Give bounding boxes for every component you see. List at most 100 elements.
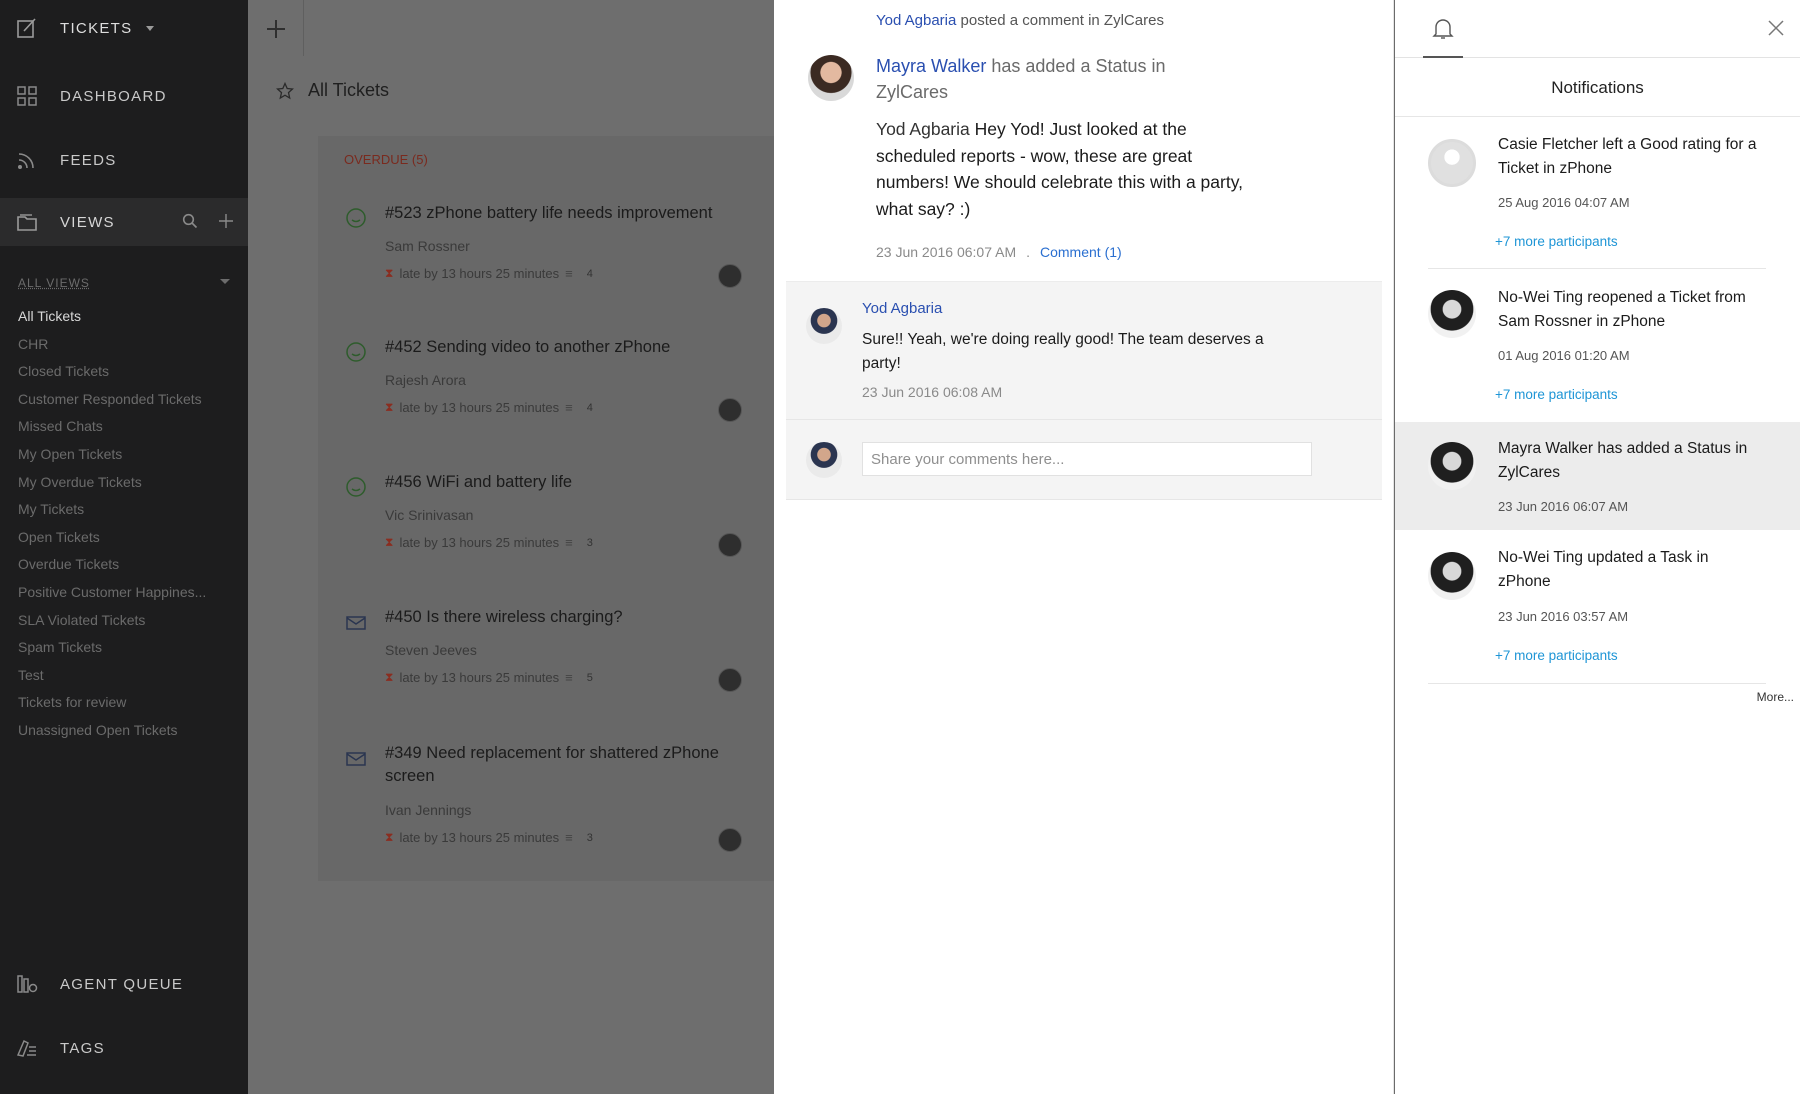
ticket-meta: ⧗ late by 13 hours 25 minutes ≡ 3 [385, 830, 593, 845]
nav-tags[interactable]: TAGS [0, 1022, 248, 1074]
view-item[interactable]: My Tickets [18, 501, 238, 529]
avatar [1428, 139, 1476, 187]
thread-icon: ≡ [565, 400, 573, 415]
notifications-title: Notifications [1551, 78, 1644, 97]
happiness-icon [346, 342, 366, 362]
ticket-contact: Ivan Jennings [385, 802, 472, 818]
view-item[interactable]: Unassigned Open Tickets [18, 722, 238, 750]
ticket-title[interactable]: #452 Sending video to another zPhone [385, 336, 765, 359]
view-item[interactable]: My Overdue Tickets [18, 474, 238, 502]
dashboard-icon [17, 86, 37, 106]
thread-count: 5 [586, 671, 593, 684]
ticket-contact: Steven Jeeves [385, 642, 477, 658]
avatar [1428, 290, 1476, 338]
ticket-meta: ⧗ late by 13 hours 25 minutes ≡ 4 [385, 400, 593, 415]
ticket-title[interactable]: #456 WiFi and battery life [385, 471, 765, 494]
tickets-icon [17, 18, 36, 38]
thread-count: 4 [586, 267, 593, 280]
chevron-down-icon[interactable] [146, 26, 154, 31]
post-mention[interactable]: Yod Agbaria [876, 119, 970, 139]
ticket-contact: Sam Rossner [385, 238, 470, 254]
close-icon[interactable] [1766, 18, 1786, 38]
ticket-list-area: All Tickets OVERDUE (5) #523 zPhone batt… [248, 0, 774, 1094]
add-view-icon[interactable] [218, 213, 234, 229]
notification-item[interactable]: No-Wei Ting reopened a Ticket from Sam R… [1395, 270, 1800, 422]
view-item[interactable]: Missed Chats [18, 418, 238, 446]
view-item[interactable]: Positive Customer Happines... [18, 584, 238, 612]
view-item[interactable]: My Open Tickets [18, 446, 238, 474]
module-switcher[interactable]: TICKETS [0, 2, 248, 54]
ticket-meta: ⧗ late by 13 hours 25 minutes ≡ 3 [385, 535, 593, 550]
view-header: All Tickets [276, 80, 389, 101]
avatar [806, 442, 842, 478]
thread-icon: ≡ [565, 670, 573, 685]
view-item[interactable]: Open Tickets [18, 529, 238, 557]
divider [1428, 683, 1766, 684]
ticket-late: late by 13 hours 25 minutes [399, 535, 560, 550]
notification-item[interactable]: Mayra Walker has added a Status in ZylCa… [1395, 422, 1800, 530]
ticket-late: late by 13 hours 25 minutes [399, 830, 560, 845]
comment-composer [786, 420, 1382, 500]
tab-notifications[interactable] [1423, 0, 1463, 58]
avatar [718, 533, 742, 557]
view-item[interactable]: SLA Violated Tickets [18, 612, 238, 640]
notification-item[interactable]: Casie Fletcher left a Good rating for a … [1395, 117, 1800, 269]
hourglass-icon: ⧗ [385, 535, 394, 549]
tag-icon [16, 1039, 36, 1057]
hourglass-icon: ⧗ [385, 266, 394, 280]
comment-count-link[interactable]: Comment (1) [1040, 244, 1122, 260]
ticket-contact: Vic Srinivasan [385, 507, 474, 523]
divider [1428, 268, 1766, 269]
reply-time: 23 Jun 2016 06:08 AM [862, 384, 1003, 400]
nav-dashboard[interactable]: DASHBOARD [0, 70, 248, 122]
view-list: All Tickets CHR Closed Tickets Customer … [18, 308, 238, 750]
meta-separator: . [1026, 244, 1030, 260]
nav-tags-label: TAGS [60, 1039, 105, 1057]
participants-link[interactable]: +7 more participants [1495, 387, 1618, 402]
thread-count: 3 [586, 536, 593, 549]
star-icon[interactable] [276, 81, 294, 100]
activity-author-link[interactable]: Yod Agbaria [876, 12, 956, 29]
views-icon [17, 214, 37, 231]
post-author-link[interactable]: Mayra Walker [876, 56, 986, 76]
view-item[interactable]: CHR [18, 336, 238, 364]
reply-author-link[interactable]: Yod Agbaria [862, 300, 942, 317]
bell-icon [1432, 19, 1454, 39]
ticket-meta: ⧗ late by 13 hours 25 minutes ≡ 4 [385, 266, 593, 281]
participants-link[interactable]: +7 more participants [1495, 234, 1618, 249]
notification-item[interactable]: No-Wei Ting updated a Task in zPhone 23 … [1395, 530, 1800, 684]
ticket-title[interactable]: #349 Need replacement for shattered zPho… [385, 742, 765, 788]
post-time: 23 Jun 2016 06:07 AM [876, 244, 1017, 260]
new-ticket-button[interactable] [248, 0, 304, 56]
ticket-late: late by 13 hours 25 minutes [399, 266, 560, 281]
view-item[interactable]: Closed Tickets [18, 363, 238, 391]
post-meta: 23 Jun 2016 06:07 AM . Comment (1) [876, 244, 1122, 260]
search-icon[interactable] [182, 213, 198, 229]
view-item[interactable]: Tickets for review [18, 694, 238, 722]
view-item[interactable]: All Tickets [18, 308, 238, 336]
view-item[interactable]: Customer Responded Tickets [18, 391, 238, 419]
nav-agent-queue[interactable]: AGENT QUEUE [0, 958, 248, 1010]
notification-time: 25 Aug 2016 04:07 AM [1498, 195, 1630, 210]
avatar [1428, 442, 1476, 490]
view-title: All Tickets [308, 80, 390, 100]
nav-views[interactable]: VIEWS [0, 198, 248, 246]
status-detail-panel: Yod Agbaria posted a comment in ZylCares… [774, 0, 1394, 1094]
activity-header-text: posted a comment in ZylCares [956, 12, 1164, 29]
notification-text: Mayra Walker has added a Status in ZylCa… [1498, 440, 1748, 481]
participants-link[interactable]: +7 more participants [1495, 648, 1618, 663]
ticket-title[interactable]: #450 Is there wireless charging? [385, 606, 765, 629]
nav-feeds[interactable]: FEEDS [0, 134, 248, 186]
view-item[interactable]: Overdue Tickets [18, 556, 238, 584]
notifications-panel: Notifications Casie Fletcher left a Good… [1395, 0, 1800, 1094]
feeds-icon [18, 153, 34, 169]
more-notifications-link[interactable]: More... [1757, 690, 1794, 704]
ticket-title[interactable]: #523 zPhone battery life needs improveme… [385, 202, 765, 225]
happiness-icon [346, 208, 366, 228]
comment-input[interactable] [862, 442, 1312, 476]
activity-header: Yod Agbaria posted a comment in ZylCares [876, 12, 1164, 29]
agent-queue-icon [17, 975, 38, 993]
view-item[interactable]: Spam Tickets [18, 639, 238, 667]
all-views-dropdown[interactable]: ALL VIEWS [18, 276, 230, 290]
view-item[interactable]: Test [18, 667, 238, 695]
